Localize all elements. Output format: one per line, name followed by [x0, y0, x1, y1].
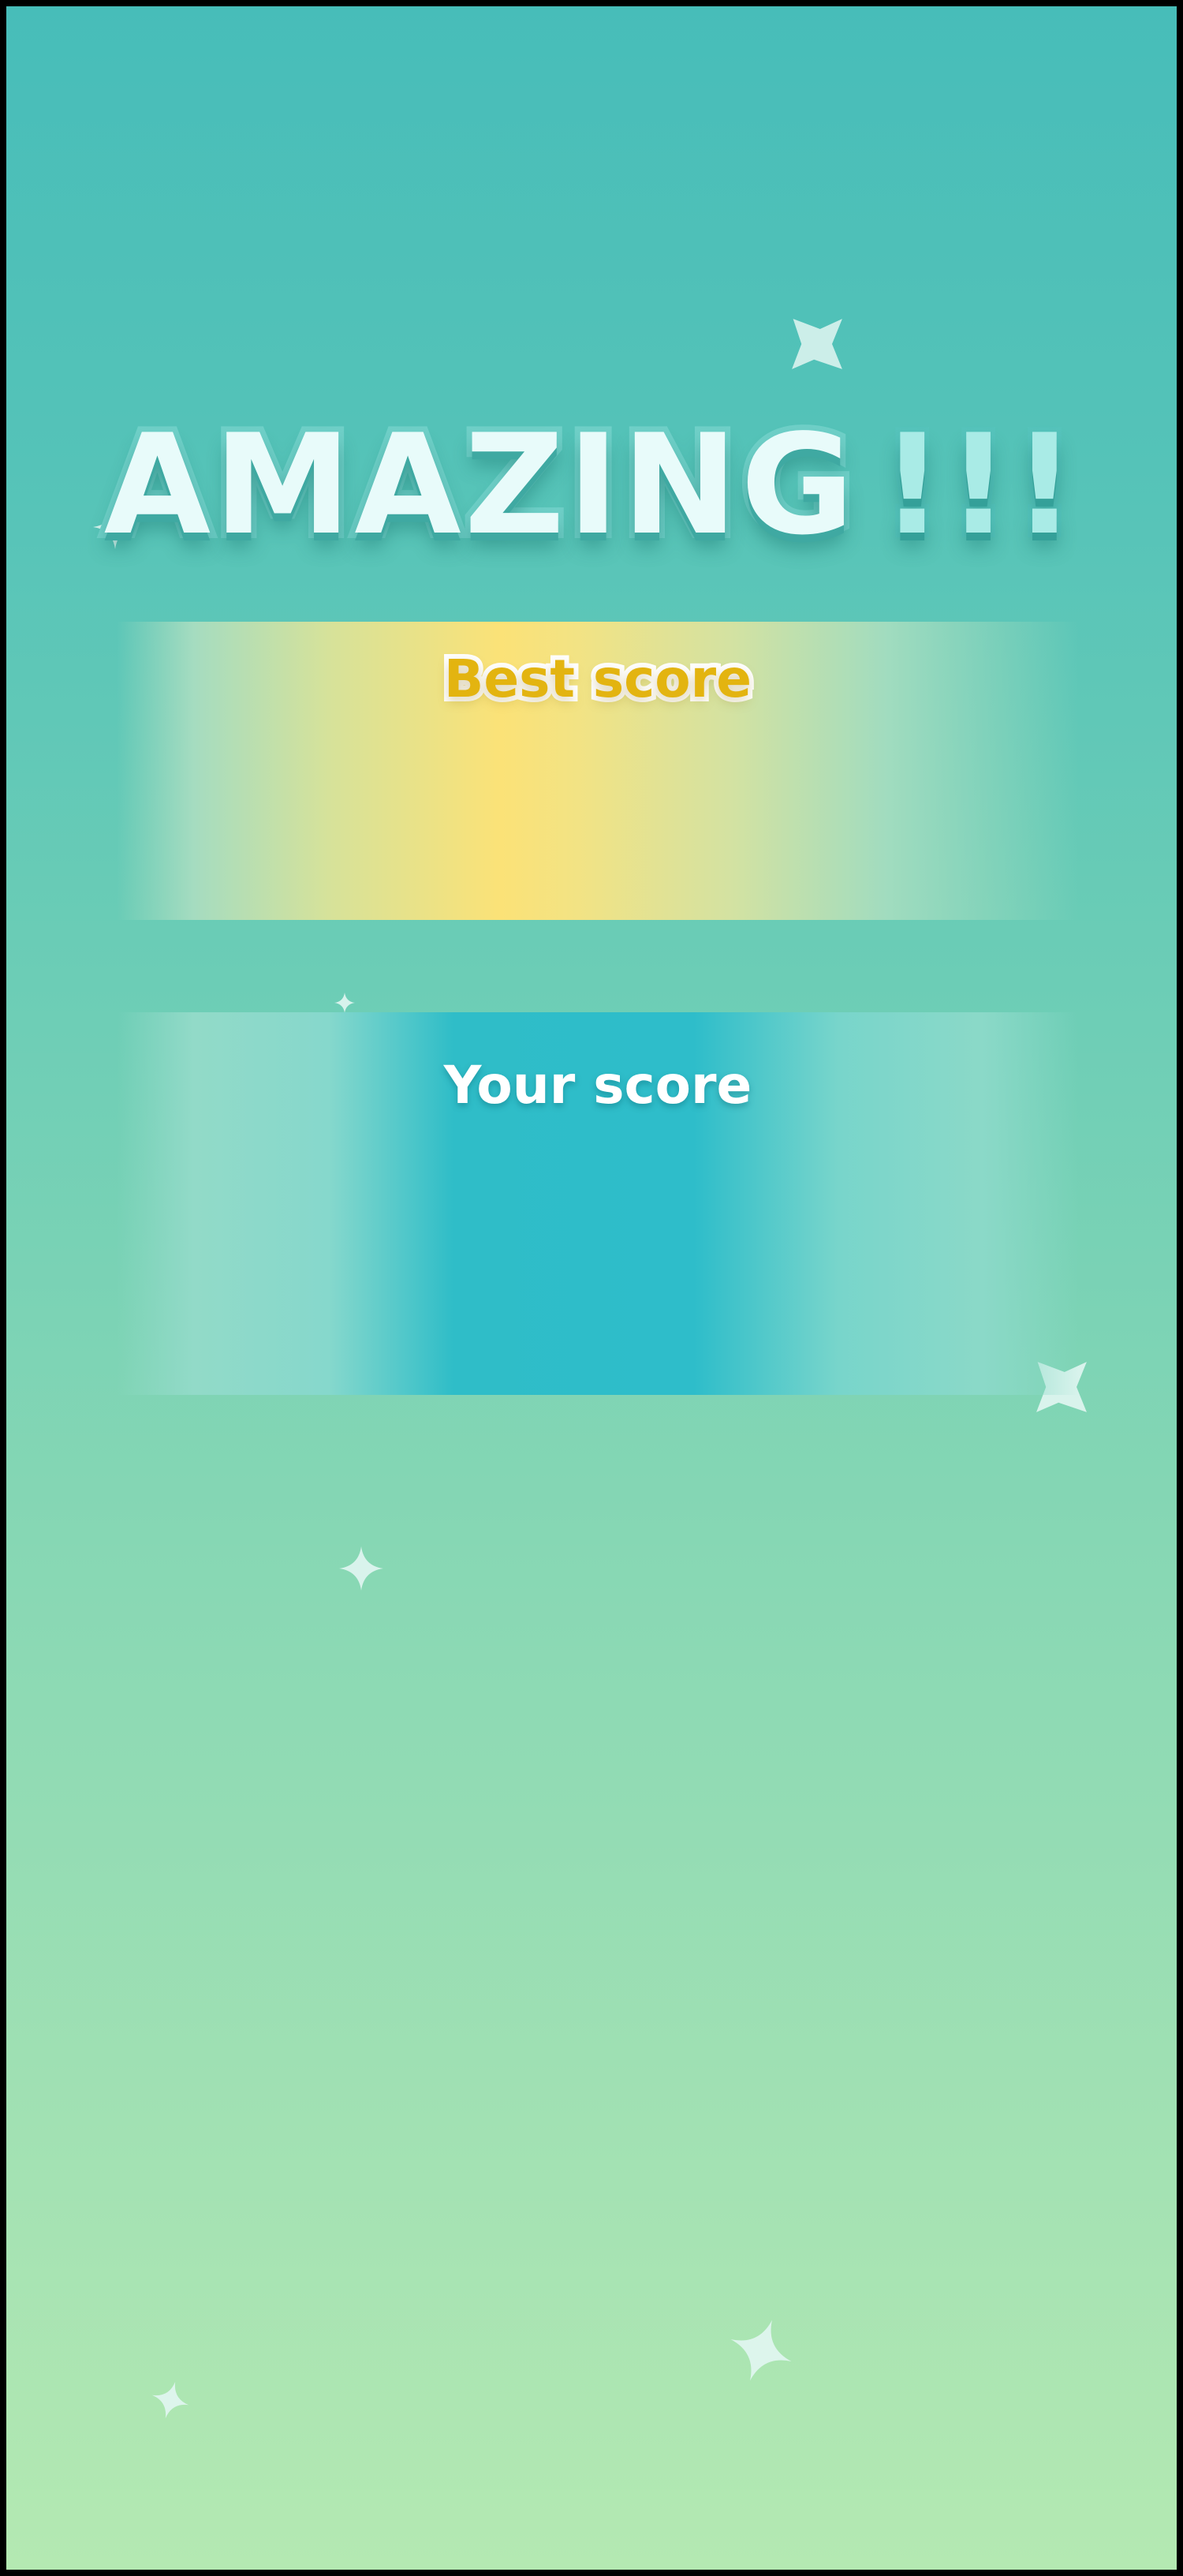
best-score-label: Best score — [439, 649, 756, 710]
sparkle-icon — [334, 993, 355, 1013]
sparkle-icon — [729, 2318, 793, 2383]
title-exclamations: !!! — [876, 406, 1080, 566]
sparkle-icon — [151, 2381, 189, 2419]
amazing-title: AMAZING!!! — [6, 411, 1177, 560]
your-score-panel: Your score — [117, 1012, 1079, 1395]
your-score-label: Your score — [443, 1055, 752, 1116]
sparkle-icon — [339, 1546, 383, 1591]
sparkle-icon — [787, 314, 847, 374]
best-score-panel: Best score — [117, 622, 1079, 920]
title-word: AMAZING — [99, 406, 860, 566]
game-over-screen: AMAZING!!! Best score Your score — [6, 6, 1177, 2570]
